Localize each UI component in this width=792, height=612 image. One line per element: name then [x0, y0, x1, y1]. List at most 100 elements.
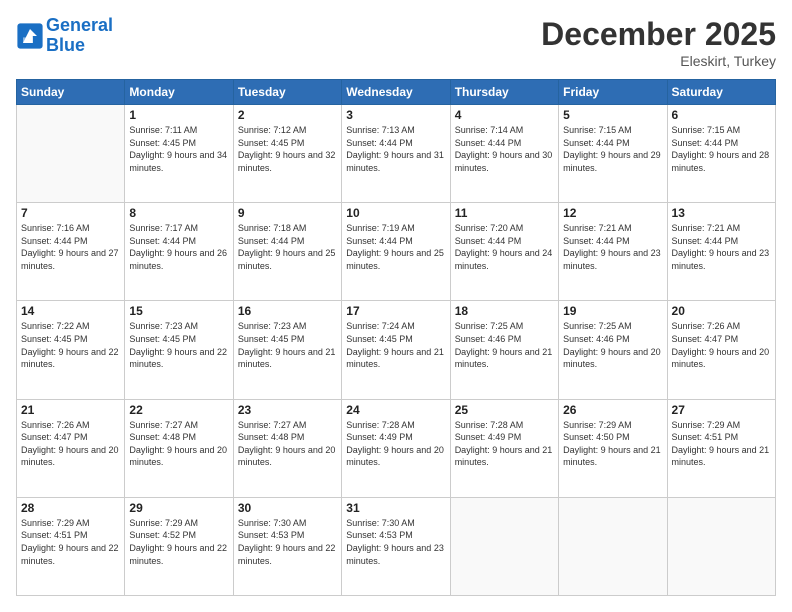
- day-number: 9: [238, 206, 337, 220]
- day-number: 26: [563, 403, 662, 417]
- calendar-week-2: 14 Sunrise: 7:22 AMSunset: 4:45 PMDayligh…: [17, 301, 776, 399]
- day-info: Sunrise: 7:11 AMSunset: 4:45 PMDaylight:…: [129, 124, 228, 174]
- day-number: 12: [563, 206, 662, 220]
- day-info: Sunrise: 7:23 AMSunset: 4:45 PMDaylight:…: [238, 320, 337, 370]
- calendar-cell: 28Sunrise: 7:29 AMSunset: 4:51 PMDayligh…: [17, 497, 125, 595]
- day-number: 1: [129, 108, 228, 122]
- logo-general: General: [46, 15, 113, 35]
- calendar-table: SundayMondayTuesdayWednesdayThursdayFrid…: [16, 79, 776, 596]
- day-number: 31: [346, 501, 445, 515]
- day-number: 18: [455, 304, 554, 318]
- calendar-cell: [667, 497, 775, 595]
- day-info: Sunrise: 7:27 AMSunset: 4:48 PMDaylight:…: [238, 419, 337, 469]
- calendar-cell: 7Sunrise: 7:16 AMSunset: 4:44 PMDaylight…: [17, 203, 125, 301]
- day-number: 27: [672, 403, 771, 417]
- day-number: 21: [21, 403, 120, 417]
- day-info: Sunrise: 7:15 AMSunset: 4:44 PMDaylight:…: [563, 124, 662, 174]
- calendar-cell: 21 Sunrise: 7:26 AMSunset: 4:47 PMDayligh…: [17, 399, 125, 497]
- calendar-cell: 20 Sunrise: 7:26 AMSunset: 4:47 PMDayligh…: [667, 301, 775, 399]
- calendar-week-3: 21 Sunrise: 7:26 AMSunset: 4:47 PMDayligh…: [17, 399, 776, 497]
- calendar-cell: 25 Sunrise: 7:28 AMSunset: 4:49 PMDayligh…: [450, 399, 558, 497]
- location-subtitle: Eleskirt, Turkey: [541, 53, 776, 69]
- day-info: Sunrise: 7:15 AMSunset: 4:44 PMDaylight:…: [672, 124, 771, 174]
- calendar-cell: 3 Sunrise: 7:13 AMSunset: 4:44 PMDaylight…: [342, 105, 450, 203]
- calendar-cell: 9Sunrise: 7:18 AMSunset: 4:44 PMDaylight…: [233, 203, 341, 301]
- logo-icon: [16, 22, 44, 50]
- calendar-cell: 5Sunrise: 7:15 AMSunset: 4:44 PMDaylight…: [559, 105, 667, 203]
- col-header-saturday: Saturday: [667, 80, 775, 105]
- day-info: Sunrise: 7:26 AMSunset: 4:47 PMDaylight:…: [672, 320, 771, 370]
- day-number: 8: [129, 206, 228, 220]
- day-number: 11: [455, 206, 554, 220]
- header: General Blue December 2025 Eleskirt, Tur…: [16, 16, 776, 69]
- logo: General Blue: [16, 16, 113, 56]
- calendar-cell: [17, 105, 125, 203]
- day-info: Sunrise: 7:30 AMSunset: 4:53 PMDaylight:…: [238, 517, 337, 567]
- logo-blue: Blue: [46, 35, 85, 55]
- calendar-cell: 4Sunrise: 7:14 AMSunset: 4:44 PMDaylight…: [450, 105, 558, 203]
- calendar-cell: 30 Sunrise: 7:30 AMSunset: 4:53 PMDayligh…: [233, 497, 341, 595]
- day-number: 20: [672, 304, 771, 318]
- calendar-cell: 14 Sunrise: 7:22 AMSunset: 4:45 PMDayligh…: [17, 301, 125, 399]
- day-number: 15: [129, 304, 228, 318]
- day-info: Sunrise: 7:25 AMSunset: 4:46 PMDaylight:…: [563, 320, 662, 370]
- day-number: 22: [129, 403, 228, 417]
- calendar-header-row: SundayMondayTuesdayWednesdayThursdayFrid…: [17, 80, 776, 105]
- day-number: 17: [346, 304, 445, 318]
- day-info: Sunrise: 7:25 AMSunset: 4:46 PMDaylight:…: [455, 320, 554, 370]
- day-number: 30: [238, 501, 337, 515]
- day-number: 6: [672, 108, 771, 122]
- day-number: 29: [129, 501, 228, 515]
- calendar-cell: 31 Sunrise: 7:30 AMSunset: 4:53 PMDayligh…: [342, 497, 450, 595]
- calendar-cell: 11 Sunrise: 7:20 AMSunset: 4:44 PMDayligh…: [450, 203, 558, 301]
- day-info: Sunrise: 7:12 AMSunset: 4:45 PMDaylight:…: [238, 124, 337, 174]
- day-number: 3: [346, 108, 445, 122]
- calendar-week-0: 1 Sunrise: 7:11 AMSunset: 4:45 PMDaylight…: [17, 105, 776, 203]
- calendar-cell: 13Sunrise: 7:21 AMSunset: 4:44 PMDayligh…: [667, 203, 775, 301]
- col-header-thursday: Thursday: [450, 80, 558, 105]
- calendar-cell: 15 Sunrise: 7:23 AMSunset: 4:45 PMDayligh…: [125, 301, 233, 399]
- day-number: 14: [21, 304, 120, 318]
- calendar-cell: 6 Sunrise: 7:15 AMSunset: 4:44 PMDaylight…: [667, 105, 775, 203]
- month-title: December 2025: [541, 16, 776, 53]
- day-info: Sunrise: 7:28 AMSunset: 4:49 PMDaylight:…: [455, 419, 554, 469]
- day-info: Sunrise: 7:30 AMSunset: 4:53 PMDaylight:…: [346, 517, 445, 567]
- day-info: Sunrise: 7:19 AMSunset: 4:44 PMDaylight:…: [346, 222, 445, 272]
- calendar-cell: 8 Sunrise: 7:17 AMSunset: 4:44 PMDaylight…: [125, 203, 233, 301]
- col-header-friday: Friday: [559, 80, 667, 105]
- day-info: Sunrise: 7:17 AMSunset: 4:44 PMDaylight:…: [129, 222, 228, 272]
- calendar-week-1: 7Sunrise: 7:16 AMSunset: 4:44 PMDaylight…: [17, 203, 776, 301]
- day-number: 19: [563, 304, 662, 318]
- title-area: December 2025 Eleskirt, Turkey: [541, 16, 776, 69]
- day-info: Sunrise: 7:29 AMSunset: 4:51 PMDaylight:…: [21, 517, 120, 567]
- day-info: Sunrise: 7:13 AMSunset: 4:44 PMDaylight:…: [346, 124, 445, 174]
- calendar-cell: 29Sunrise: 7:29 AMSunset: 4:52 PMDayligh…: [125, 497, 233, 595]
- col-header-wednesday: Wednesday: [342, 80, 450, 105]
- day-info: Sunrise: 7:20 AMSunset: 4:44 PMDaylight:…: [455, 222, 554, 272]
- day-info: Sunrise: 7:14 AMSunset: 4:44 PMDaylight:…: [455, 124, 554, 174]
- day-info: Sunrise: 7:28 AMSunset: 4:49 PMDaylight:…: [346, 419, 445, 469]
- day-number: 13: [672, 206, 771, 220]
- calendar-cell: 22 Sunrise: 7:27 AMSunset: 4:48 PMDayligh…: [125, 399, 233, 497]
- calendar-cell: 26 Sunrise: 7:29 AMSunset: 4:50 PMDayligh…: [559, 399, 667, 497]
- col-header-sunday: Sunday: [17, 80, 125, 105]
- day-info: Sunrise: 7:23 AMSunset: 4:45 PMDaylight:…: [129, 320, 228, 370]
- calendar-cell: 18 Sunrise: 7:25 AMSunset: 4:46 PMDayligh…: [450, 301, 558, 399]
- page: General Blue December 2025 Eleskirt, Tur…: [0, 0, 792, 612]
- calendar-cell: 12Sunrise: 7:21 AMSunset: 4:44 PMDayligh…: [559, 203, 667, 301]
- calendar-cell: [559, 497, 667, 595]
- day-info: Sunrise: 7:29 AMSunset: 4:50 PMDaylight:…: [563, 419, 662, 469]
- day-number: 2: [238, 108, 337, 122]
- calendar-cell: 2 Sunrise: 7:12 AMSunset: 4:45 PMDaylight…: [233, 105, 341, 203]
- day-info: Sunrise: 7:24 AMSunset: 4:45 PMDaylight:…: [346, 320, 445, 370]
- day-info: Sunrise: 7:26 AMSunset: 4:47 PMDaylight:…: [21, 419, 120, 469]
- day-info: Sunrise: 7:27 AMSunset: 4:48 PMDaylight:…: [129, 419, 228, 469]
- day-info: Sunrise: 7:22 AMSunset: 4:45 PMDaylight:…: [21, 320, 120, 370]
- day-number: 10: [346, 206, 445, 220]
- calendar-cell: 27Sunrise: 7:29 AMSunset: 4:51 PMDayligh…: [667, 399, 775, 497]
- col-header-tuesday: Tuesday: [233, 80, 341, 105]
- day-number: 24: [346, 403, 445, 417]
- calendar-cell: 17 Sunrise: 7:24 AMSunset: 4:45 PMDayligh…: [342, 301, 450, 399]
- calendar-cell: 1 Sunrise: 7:11 AMSunset: 4:45 PMDaylight…: [125, 105, 233, 203]
- day-number: 25: [455, 403, 554, 417]
